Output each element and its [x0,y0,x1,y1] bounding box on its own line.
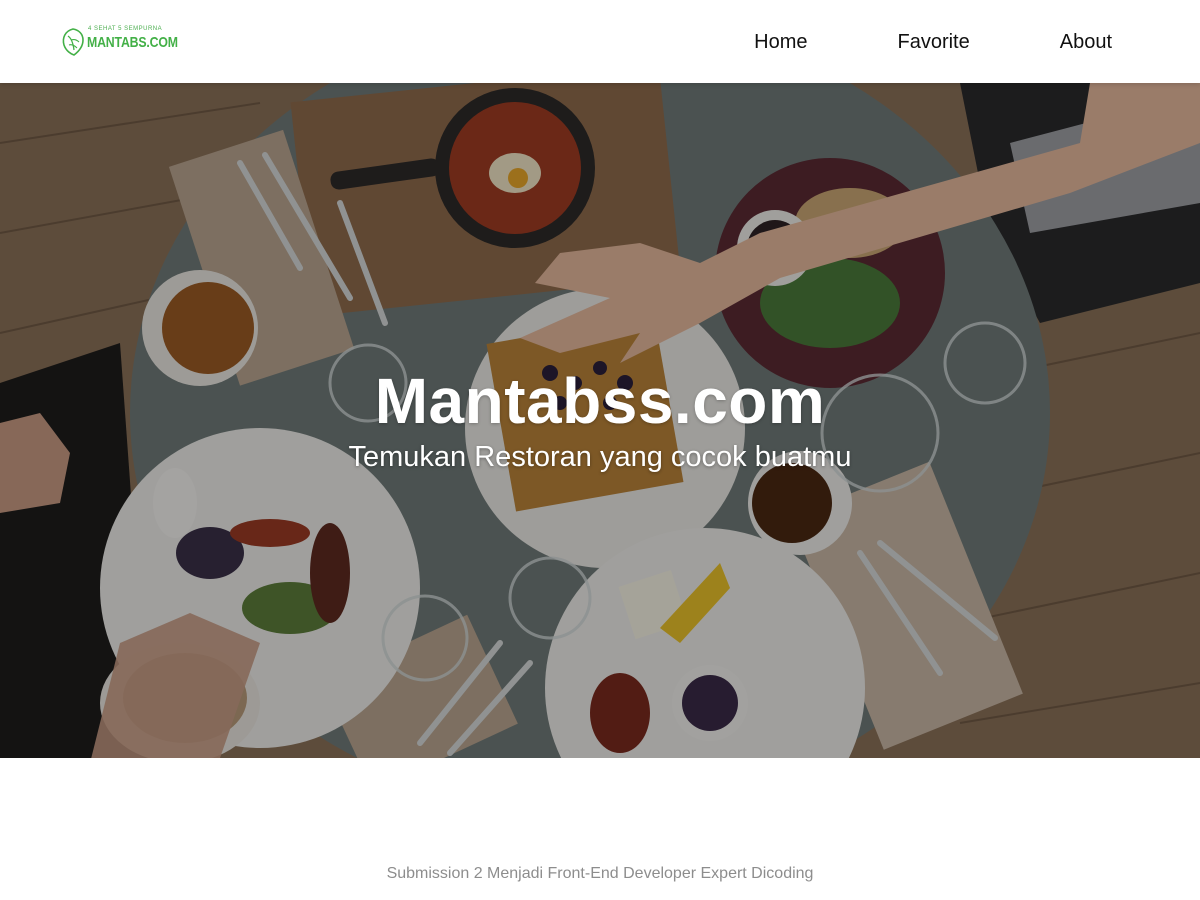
hero-banner: Mantabss.com Temukan Restoran yang cocok… [0,83,1200,758]
footer-text: Submission 2 Menjadi Front-End Developer… [386,865,814,882]
nav-link-home[interactable]: Home [709,20,852,64]
logo-tagline: 4 SEHAT 5 SEMPURNA [88,26,163,32]
hero-subtitle: Temukan Restoran yang cocok buatmu [348,441,852,473]
leaf-logo-icon [62,28,84,56]
nav-link-about[interactable]: About [1015,20,1158,64]
site-header: 4 SEHAT 5 SEMPURNA MANTABS.COM Home Favo… [0,0,1200,83]
hero-title: Mantabss.com [374,365,826,437]
site-logo[interactable]: 4 SEHAT 5 SEMPURNA MANTABS.COM [60,26,180,58]
logo-text: MANTABS.COM [87,34,178,51]
nav-link-favorite[interactable]: Favorite [852,20,1014,64]
main-nav: Home Favorite About [709,0,1158,83]
